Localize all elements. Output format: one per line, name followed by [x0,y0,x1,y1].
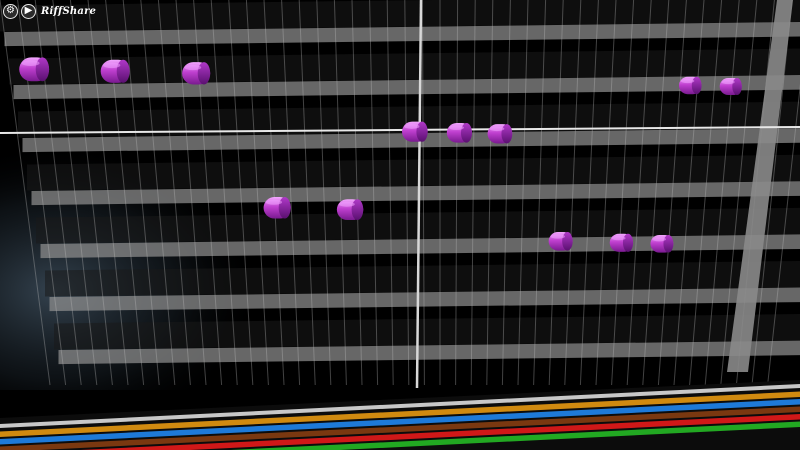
note-cap [501,124,513,144]
top-toolbar: ⚙ ▶ RiffShare [3,3,96,19]
note-cap [116,59,130,83]
note[interactable] [100,59,130,83]
note-cap [460,122,472,143]
note-highlight [102,62,121,69]
note[interactable] [182,62,211,85]
note-highlight [184,64,202,71]
note-cap [197,62,211,85]
note[interactable] [650,234,674,253]
note[interactable] [487,124,513,144]
app-title: RiffShare [41,5,97,17]
note[interactable] [336,199,364,220]
note[interactable] [19,57,50,82]
note-highlight [550,234,565,239]
note-highlight [721,80,735,85]
note-highlight [448,125,464,131]
note[interactable] [678,76,702,95]
note-cap [663,234,674,253]
note-highlight [338,201,355,207]
gear-icon[interactable]: ⚙ [3,3,18,19]
note-cap [35,57,50,82]
note-cap [622,233,634,252]
note-cap [416,121,428,142]
note-highlight [680,78,695,84]
note-highlight [489,126,505,132]
note-highlight [611,235,626,241]
note-highlight [265,199,283,205]
note[interactable] [402,121,428,142]
note[interactable] [263,197,291,219]
riffshare-stage: ⚙ ▶ RiffShare [0,0,800,450]
note-highlight [652,237,667,242]
note-cap [278,197,291,219]
note-cap [562,231,573,251]
note[interactable] [548,231,573,251]
note[interactable] [609,233,634,252]
note[interactable] [446,122,472,143]
note[interactable] [719,78,742,95]
note-cap [732,78,742,95]
piano-roll-scene[interactable] [0,0,800,450]
play-icon[interactable]: ▶ [21,3,36,19]
note-cap [351,199,364,220]
note-highlight [404,124,420,129]
note-cap [691,76,702,95]
note-highlight [21,60,40,66]
